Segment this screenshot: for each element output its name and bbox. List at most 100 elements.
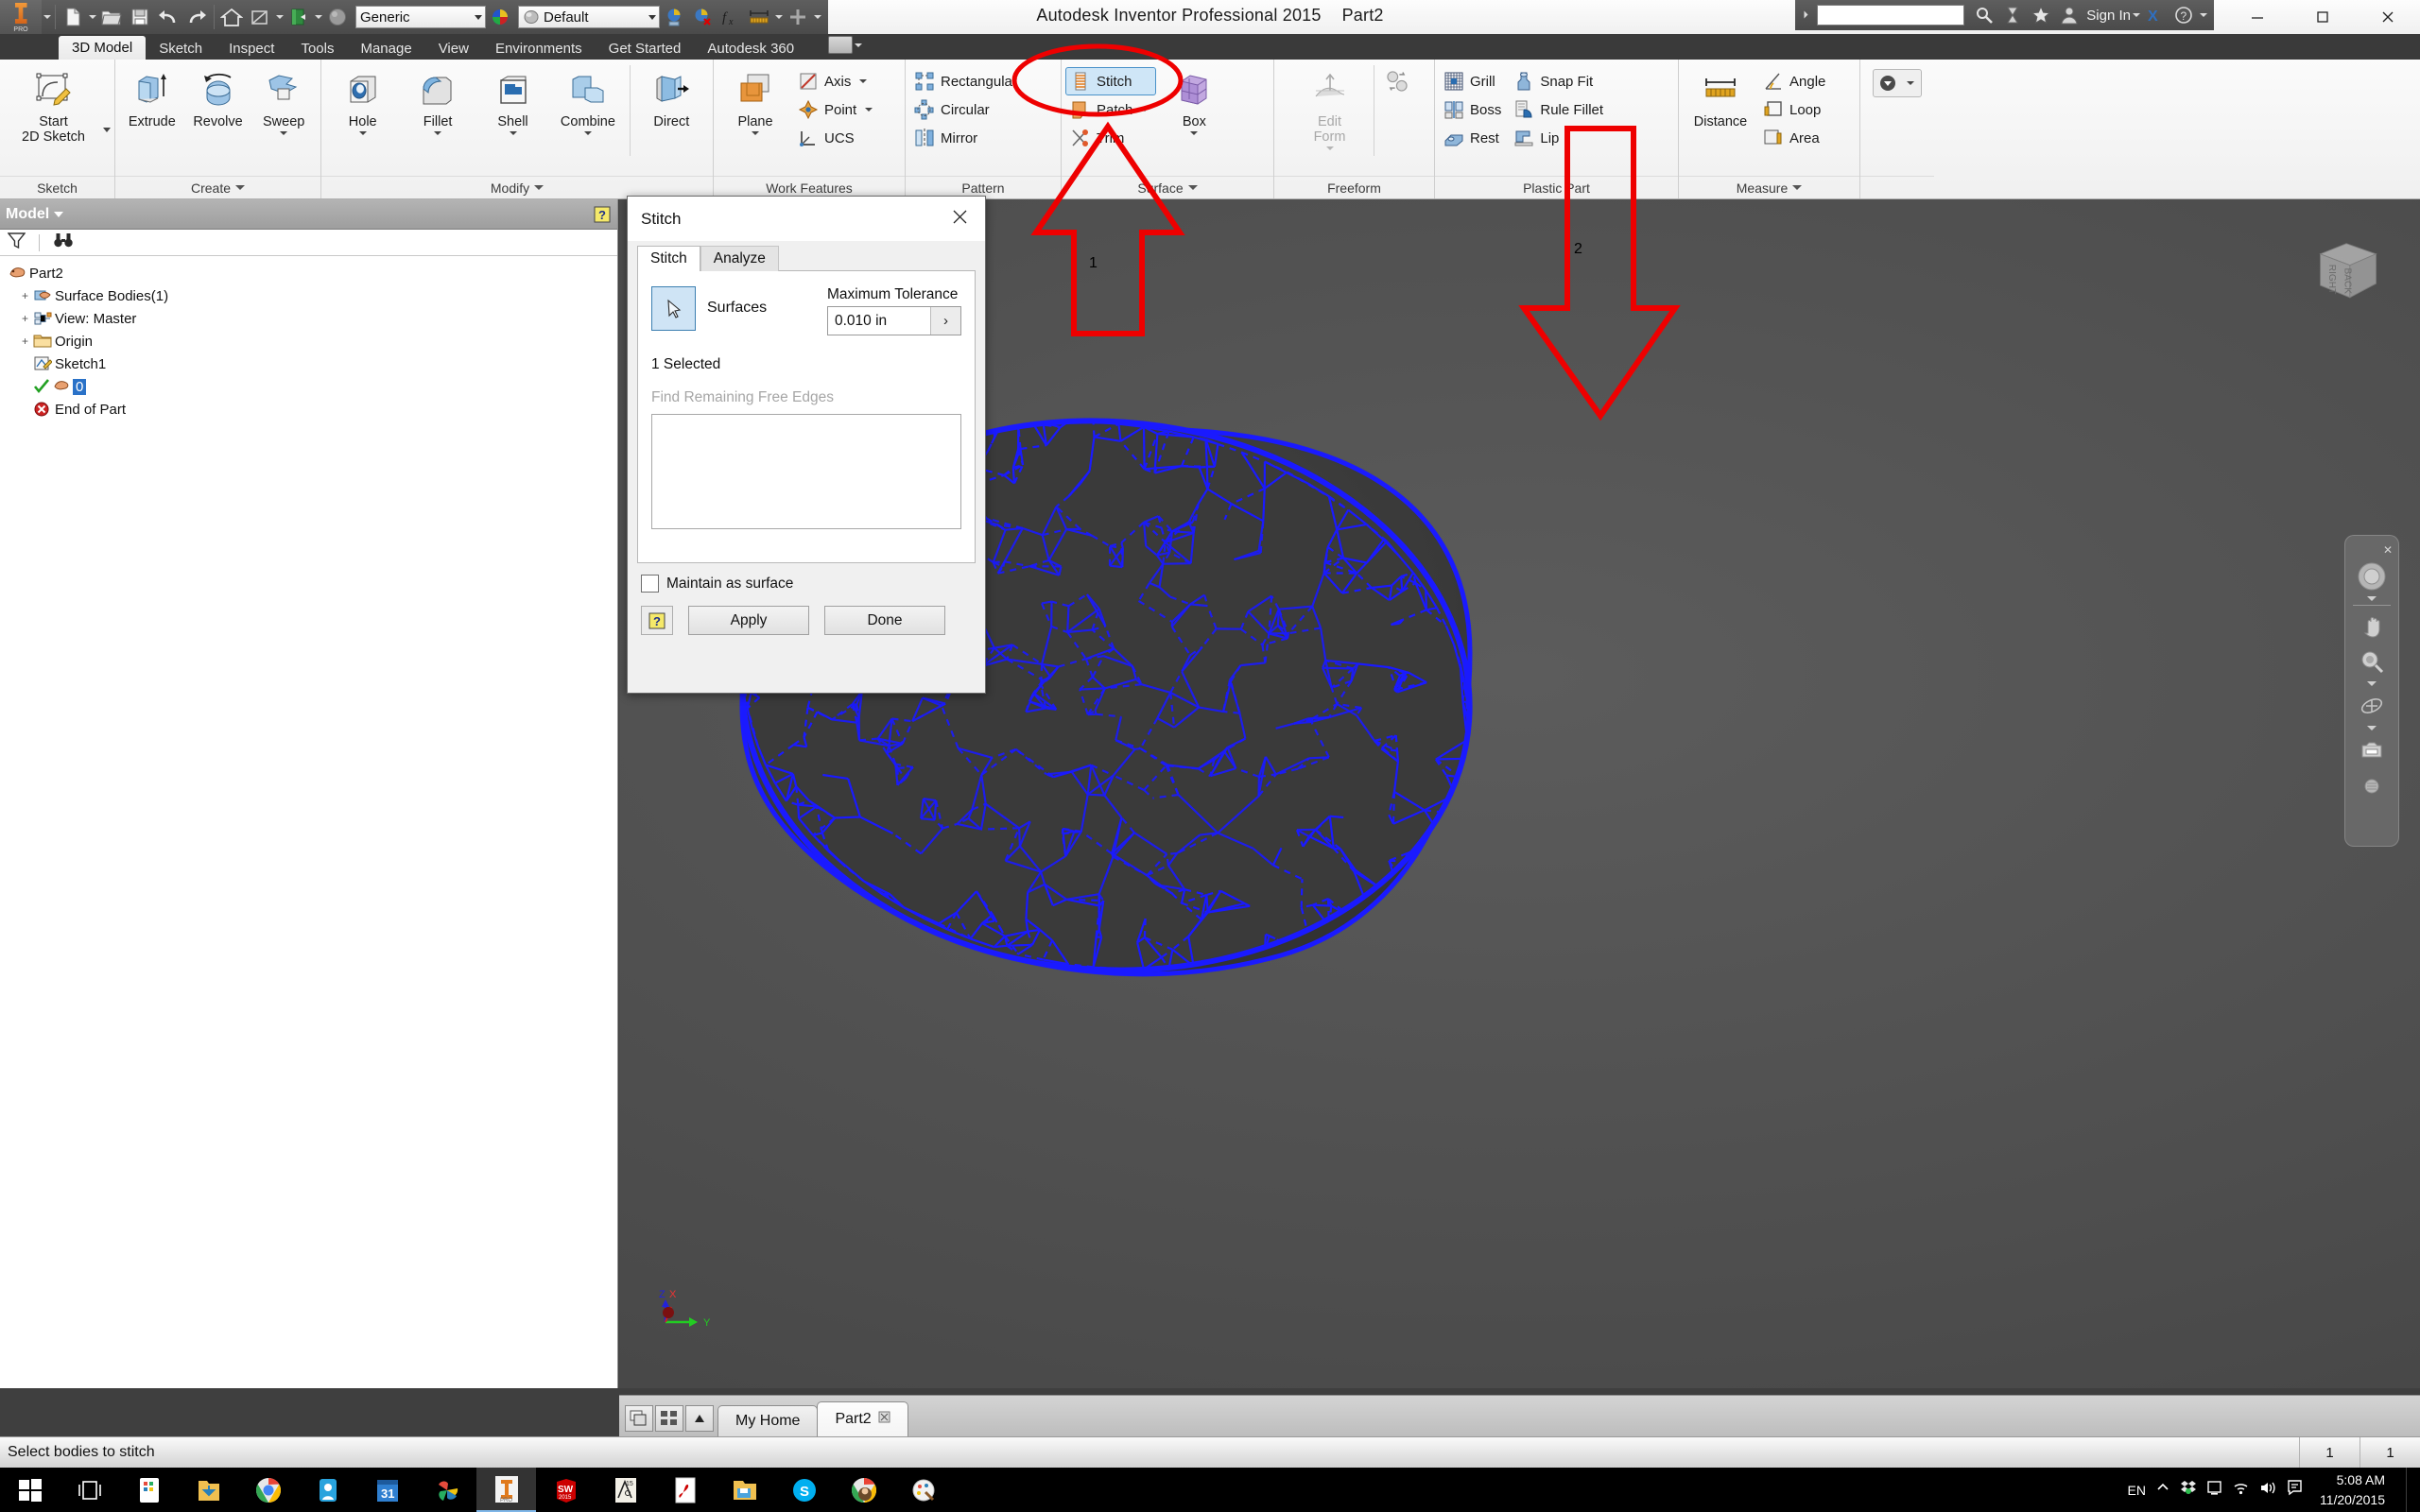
show-hidden-icons-icon[interactable] <box>2155 1480 2170 1500</box>
tab-autodesk-360[interactable]: Autodesk 360 <box>694 38 807 60</box>
combine-caret-icon[interactable] <box>583 131 592 136</box>
navbar-close-icon[interactable]: ✕ <box>2383 543 2393 557</box>
tree-item-view-master[interactable]: + View: Master <box>4 307 614 330</box>
tree-item-stitch-feature[interactable]: 0 <box>4 375 614 398</box>
close-button[interactable] <box>2355 0 2420 34</box>
rectangular-pattern-button[interactable]: Rectangular <box>909 67 1025 95</box>
overflow-caret-icon[interactable] <box>1907 81 1914 85</box>
expander-icon[interactable]: + <box>17 334 33 350</box>
help-caret-icon[interactable] <box>2198 1 2208 29</box>
axis-caret-icon[interactable] <box>859 79 868 83</box>
help-icon[interactable]: ? <box>2169 1 2198 29</box>
zoom-icon[interactable] <box>2353 645 2391 678</box>
plane-caret-icon[interactable] <box>752 131 759 136</box>
axis-button[interactable]: Axis <box>793 67 880 95</box>
loop-button[interactable]: Loop <box>1758 95 1833 124</box>
lip-button[interactable]: Lip <box>1509 124 1611 152</box>
combine-button[interactable]: Combine <box>550 65 625 138</box>
angle-button[interactable]: Angle <box>1758 67 1833 95</box>
solidworks-app-icon[interactable]: SW 2015 <box>536 1468 596 1512</box>
start-button[interactable] <box>0 1468 60 1512</box>
sweep-button[interactable]: Sweep <box>251 65 317 138</box>
tab-view[interactable]: View <box>425 38 482 60</box>
sweep-caret-icon[interactable] <box>280 131 288 136</box>
explorer-app-icon[interactable] <box>715 1468 774 1512</box>
download-folder-icon[interactable] <box>179 1468 238 1512</box>
ucs-button[interactable]: UCS <box>793 124 880 152</box>
steering-wheel-caret-icon[interactable] <box>2367 596 2377 601</box>
tolerance-input[interactable] <box>828 307 930 335</box>
store-app-icon[interactable] <box>119 1468 179 1512</box>
inventor-app-icon[interactable]: PRO <box>476 1468 536 1512</box>
browser-help-icon[interactable]: ? <box>593 205 612 224</box>
tab-manage[interactable]: Manage <box>347 38 424 60</box>
direct-button[interactable]: Direct <box>634 65 709 132</box>
dialog-tab-stitch[interactable]: Stitch <box>637 246 700 271</box>
autocad-app-icon[interactable]: 15 <box>596 1468 655 1512</box>
ribbon-overflow-button[interactable] <box>1873 69 1922 97</box>
acrobat-app-icon[interactable] <box>655 1468 715 1512</box>
patch-button[interactable]: Patch <box>1065 95 1156 124</box>
search-input[interactable] <box>1817 5 1965 26</box>
tab-3d-model[interactable]: 3D Model <box>59 36 147 60</box>
doctab-part2[interactable]: Part2 <box>817 1401 908 1436</box>
grill-button[interactable]: Grill <box>1439 67 1509 95</box>
point-caret-icon[interactable] <box>865 108 873 112</box>
doctab-my-home[interactable]: My Home <box>717 1405 819 1436</box>
doctab-close-icon[interactable] <box>878 1411 890 1428</box>
tree-item-surface-bodies[interactable]: + Surface Bodies(1) <box>4 284 614 307</box>
patch-caret-icon[interactable] <box>1141 108 1150 112</box>
display-icon[interactable] <box>2206 1480 2222 1501</box>
dialog-help-button[interactable]: ? <box>641 606 673 635</box>
box-caret-icon[interactable] <box>1190 131 1199 136</box>
tree-item-origin[interactable]: + Origin <box>4 330 614 352</box>
navbar-settings-icon[interactable] <box>2353 770 2391 802</box>
done-button[interactable]: Done <box>824 606 945 635</box>
hole-caret-icon[interactable] <box>358 131 367 136</box>
photos-pinwheel-icon[interactable] <box>417 1468 476 1512</box>
mirror-button[interactable]: Mirror <box>909 124 1025 152</box>
search-icon[interactable] <box>1970 1 1998 29</box>
scroll-up-icon[interactable] <box>685 1405 714 1432</box>
tree-item-part2[interactable]: Part2 <box>4 262 614 284</box>
dialog-tab-analyze[interactable]: Analyze <box>700 246 779 271</box>
restore-button[interactable] <box>2290 0 2355 34</box>
distance-button[interactable]: Distance <box>1683 65 1758 132</box>
view-cube[interactable]: RIGHT BACK <box>2305 230 2392 317</box>
subscription-center-icon[interactable] <box>1998 1 2027 29</box>
infocenter-expand-icon[interactable] <box>1792 10 1821 21</box>
surfaces-select-button[interactable] <box>651 286 696 331</box>
binoculars-icon[interactable] <box>53 232 74 254</box>
action-center-icon[interactable] <box>2287 1479 2303 1501</box>
tab-sketch[interactable]: Sketch <box>146 38 216 60</box>
edit-form-button[interactable]: Edit Form <box>1292 65 1368 153</box>
measure-panel-caret-icon[interactable] <box>1792 185 1803 190</box>
paint-app-icon[interactable] <box>893 1468 953 1512</box>
sign-in-avatar-icon[interactable] <box>2055 1 2083 29</box>
start-2d-sketch-caret-icon[interactable] <box>103 128 111 132</box>
wifi-icon[interactable] <box>2232 1480 2250 1501</box>
plane-button[interactable]: Plane <box>717 65 793 138</box>
fillet-caret-icon[interactable] <box>434 131 442 136</box>
look-at-icon[interactable] <box>2353 734 2391 766</box>
filter-icon[interactable] <box>7 232 26 254</box>
close-icon[interactable] <box>946 205 974 233</box>
trim-button[interactable]: Trim <box>1065 124 1156 152</box>
tolerance-arrow-button[interactable]: › <box>930 307 960 335</box>
browser-dropdown-icon[interactable] <box>54 211 64 217</box>
extrude-button[interactable]: Extrude <box>119 65 185 132</box>
shell-caret-icon[interactable] <box>509 131 517 136</box>
circular-pattern-button[interactable]: Circular <box>909 95 1025 124</box>
pan-icon[interactable] <box>2353 610 2391 642</box>
rest-button[interactable]: Rest <box>1439 124 1509 152</box>
task-view-button[interactable] <box>60 1468 119 1512</box>
tile-windows-icon[interactable] <box>655 1405 683 1432</box>
fillet-button[interactable]: Fillet <box>400 65 475 138</box>
shell-button[interactable]: Shell <box>475 65 550 138</box>
expander-icon[interactable]: + <box>17 288 33 304</box>
chrome-profile-icon[interactable] <box>834 1468 893 1512</box>
language-indicator[interactable]: EN <box>2128 1483 2146 1498</box>
stitch-button[interactable]: Stitch <box>1065 67 1157 95</box>
zoom-caret-icon[interactable] <box>2367 681 2377 686</box>
expander-icon[interactable]: + <box>17 311 33 327</box>
